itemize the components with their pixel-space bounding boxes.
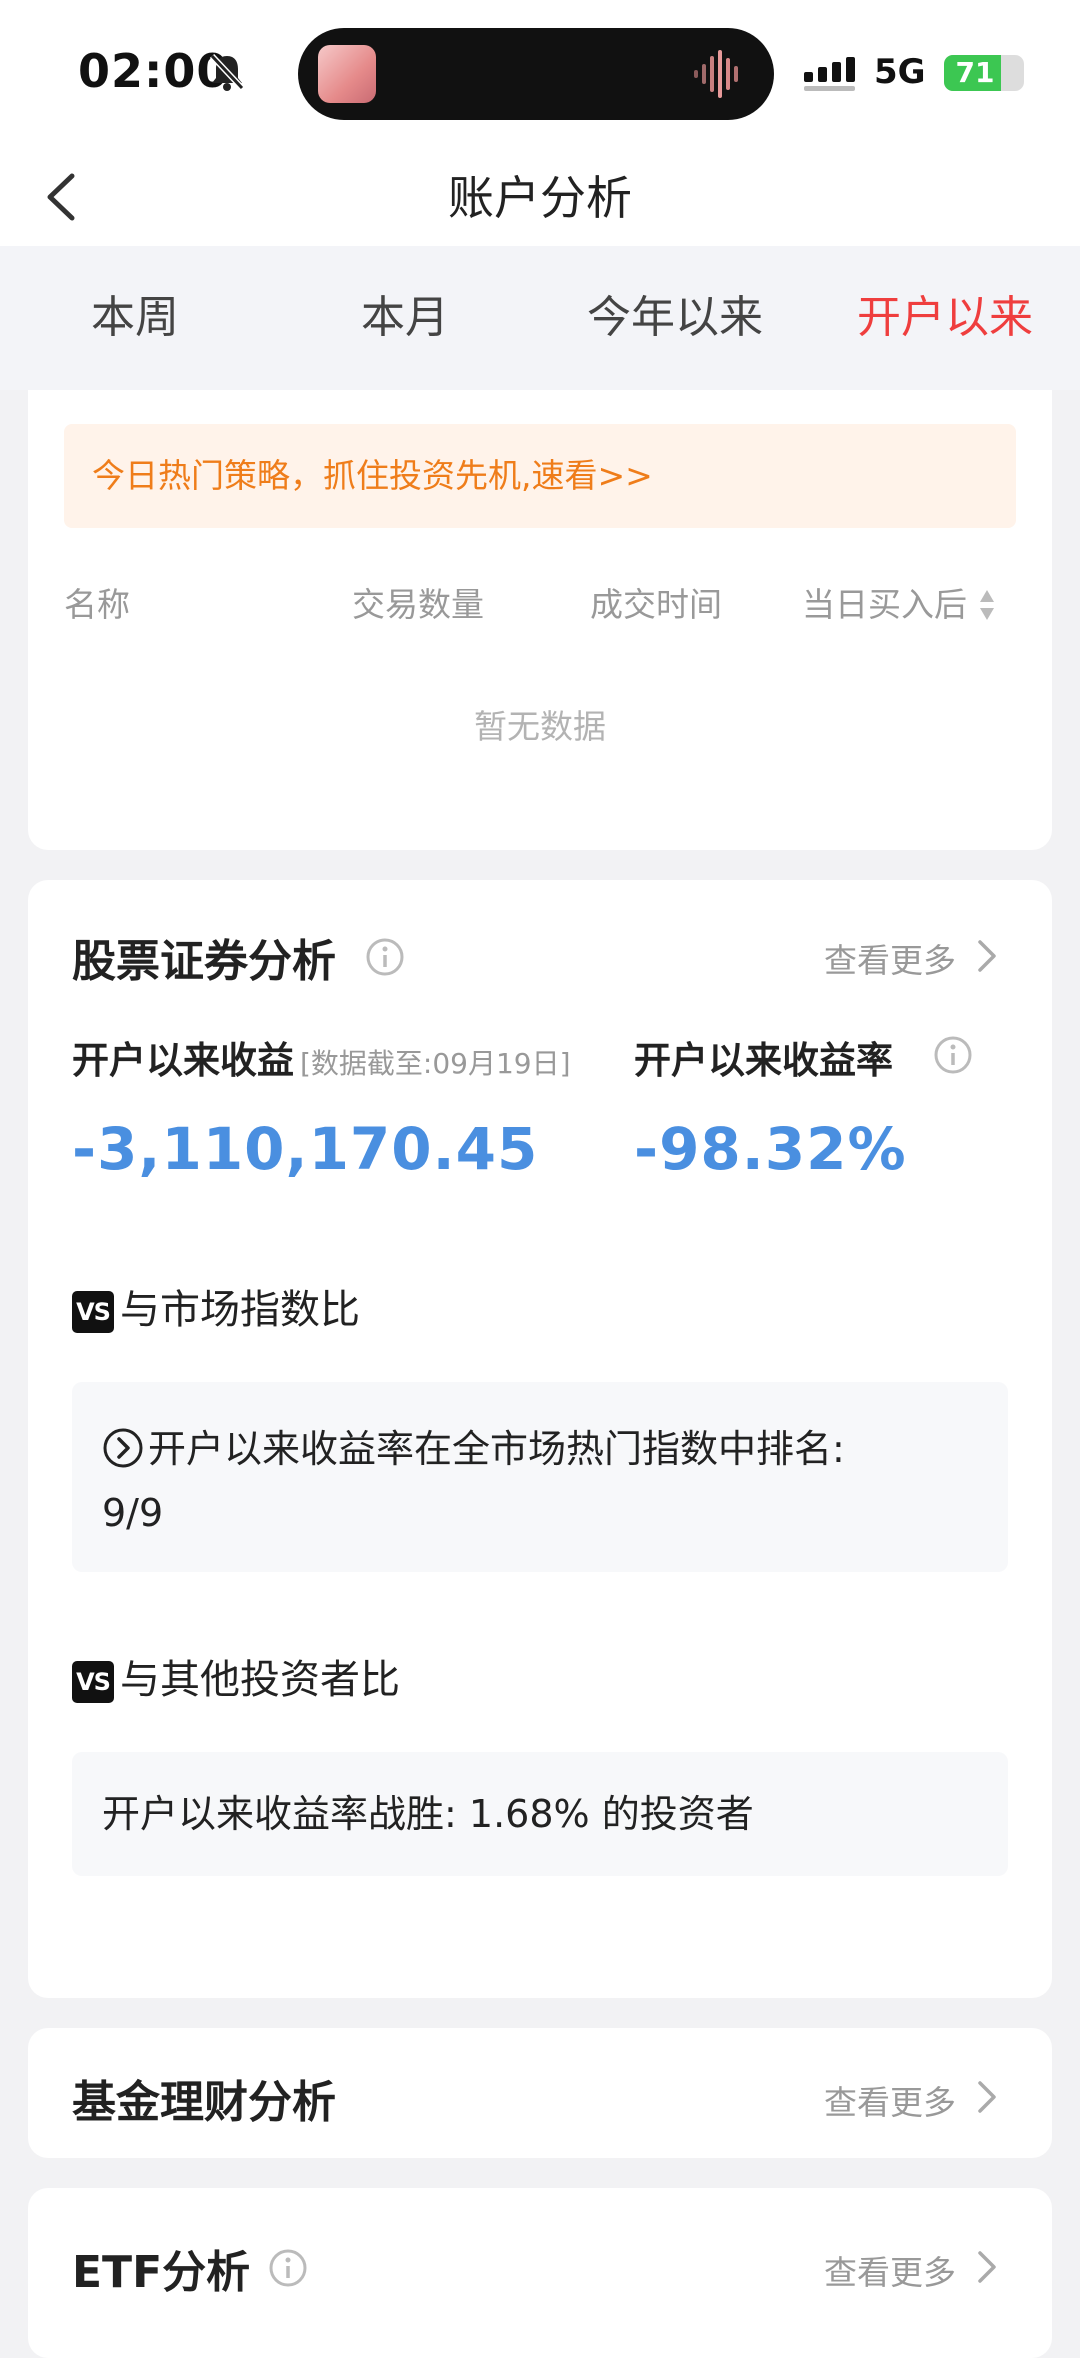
- period-tabs: 本周 本月 今年以来 开户以来: [0, 246, 1080, 390]
- column-after-buy[interactable]: 当日买入后: [802, 578, 967, 626]
- etf-analysis-title: ETF分析: [72, 2247, 251, 2298]
- investor-beat-line: 开户以来收益率战胜: 1.68% 的投资者: [102, 1783, 754, 1845]
- investor-beat-value: 1.68%: [468, 1792, 590, 1836]
- chevron-right-icon[interactable]: [974, 2247, 1000, 2287]
- chevron-right-icon[interactable]: [974, 2077, 1000, 2117]
- vs-badge: VS: [72, 1661, 114, 1703]
- info-icon[interactable]: [268, 2248, 308, 2288]
- rate-label: 开户以来收益率: [634, 1039, 893, 1082]
- tab-this-month[interactable]: 本月: [270, 246, 540, 390]
- page-title: 账户分析: [448, 171, 632, 225]
- fund-analysis-title: 基金理财分析: [72, 2077, 336, 2128]
- empty-state-text: 暂无数据: [474, 707, 606, 746]
- stock-analysis-title: 股票证券分析: [72, 936, 336, 987]
- column-trade-time: 成交时间: [590, 585, 722, 624]
- profit-label: 开户以来收益 [数据截至:09月19日]: [72, 1030, 571, 1084]
- stock-view-more-link[interactable]: 查看更多: [824, 934, 956, 982]
- sort-icon[interactable]: [978, 588, 996, 622]
- data-date-note: [数据截至:09月19日]: [300, 1047, 571, 1080]
- strategy-banner[interactable]: 今日热门策略，抓住投资先机,速看>>: [64, 424, 1016, 528]
- info-icon[interactable]: [933, 1035, 973, 1075]
- market-rank-box: 开户以来收益率在全市场热门指数中排名: 9/9: [72, 1382, 1008, 1572]
- market-rank-text: 开户以来收益率在全市场热门指数中排名:: [148, 1427, 845, 1471]
- status-bar: 02:00 5G 71: [0, 0, 1080, 150]
- investor-compare-label: 与其他投资者比: [120, 1657, 400, 1703]
- market-rank-value: 9/9: [102, 1491, 164, 1535]
- tab-this-week[interactable]: 本周: [0, 246, 270, 390]
- tab-since-opening[interactable]: 开户以来: [810, 246, 1080, 390]
- tab-year-to-date[interactable]: 今年以来: [540, 246, 810, 390]
- rate-value: -98.32%: [634, 1115, 907, 1183]
- profit-label-text: 开户以来收益: [72, 1039, 294, 1082]
- status-time: 02:00: [78, 44, 230, 98]
- dynamic-island[interactable]: [298, 28, 774, 120]
- profit-value: -3,110,170.45: [72, 1115, 539, 1183]
- column-name: 名称: [64, 585, 130, 624]
- fund-view-more-link[interactable]: 查看更多: [824, 2076, 956, 2124]
- vs-badge: VS: [72, 1291, 114, 1333]
- column-trade-quantity: 交易数量: [352, 585, 484, 624]
- etf-view-more-link[interactable]: 查看更多: [824, 2246, 956, 2294]
- banner-text: 今日热门策略，抓住投资先机,速看>>: [92, 456, 653, 495]
- market-compare-label: 与市场指数比: [120, 1287, 360, 1333]
- info-icon[interactable]: [365, 937, 405, 977]
- investor-beat-box: 开户以来收益率战胜: 1.68% 的投资者: [72, 1752, 1008, 1876]
- circle-arrow-icon: [103, 1428, 143, 1468]
- audio-wave-icon: [694, 50, 738, 98]
- navigation-bar: 账户分析: [0, 150, 1080, 246]
- chevron-right-icon[interactable]: [974, 936, 1000, 976]
- battery-percent: 71: [955, 56, 995, 89]
- market-rank-line: 开户以来收益率在全市场热门指数中排名:: [102, 1418, 845, 1480]
- investor-beat-prefix: 开户以来收益率战胜:: [102, 1792, 469, 1836]
- now-playing-thumbnail: [318, 45, 376, 103]
- investor-beat-suffix: 的投资者: [589, 1792, 754, 1836]
- bell-muted-icon: [209, 53, 245, 91]
- battery-icon: 71: [944, 55, 1024, 91]
- network-type: 5G: [874, 52, 926, 92]
- chevron-left-icon[interactable]: [28, 162, 98, 232]
- market-compare-title: VS 与市场指数比: [72, 1286, 360, 1334]
- signal-icon: [804, 57, 855, 91]
- investor-compare-title: VS 与其他投资者比: [72, 1656, 400, 1704]
